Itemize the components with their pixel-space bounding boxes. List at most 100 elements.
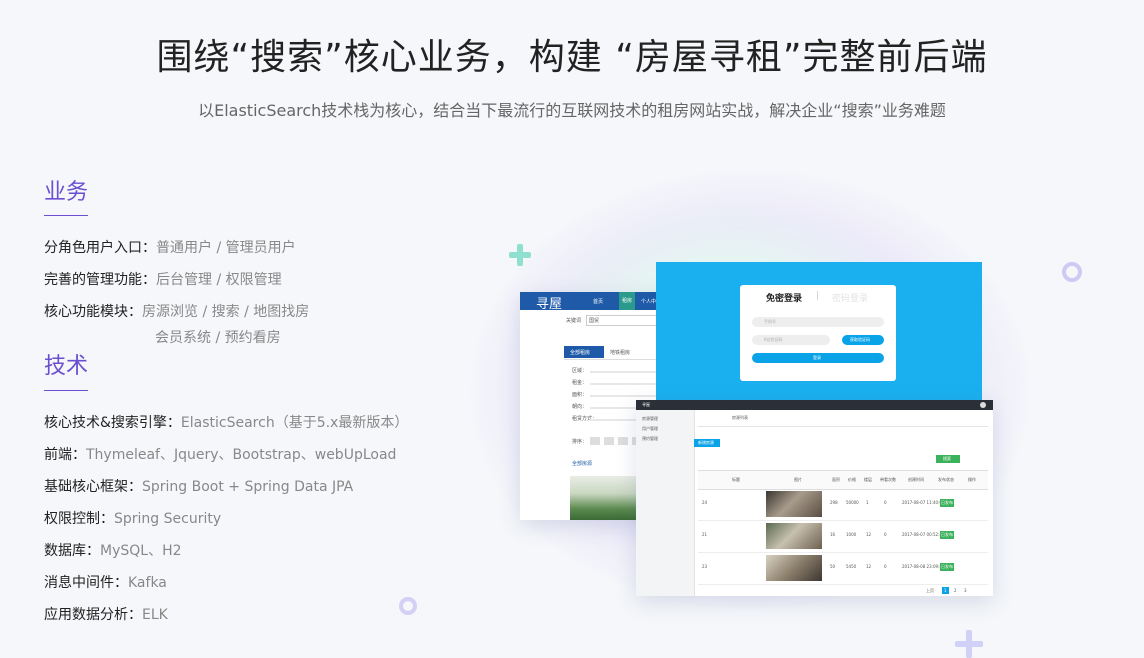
- row-watch: 0: [884, 564, 887, 569]
- business-item-key: 核心功能模块：: [44, 304, 142, 320]
- tech-item-key: 基础核心框架：: [44, 479, 142, 495]
- col-floor: 楼层: [864, 477, 872, 482]
- code-input[interactable]: 6位验证码: [752, 335, 830, 345]
- tech-item-key: 前端：: [44, 447, 86, 463]
- tech-item: 核心技术&搜索引擎：ElasticSearch（基于5.x最新版本）: [44, 412, 408, 432]
- site-search-label: 关键词: [566, 318, 582, 324]
- row-area: 50: [830, 564, 836, 569]
- ring-decoration-icon: [399, 597, 417, 615]
- page-3[interactable]: 3: [964, 588, 967, 593]
- login-tab-password[interactable]: 密码登录: [832, 291, 868, 304]
- row-floor: 12: [866, 532, 872, 537]
- site-filter-label: 区域：: [572, 368, 588, 374]
- admin-sidebar: 房源管理 用户管理 预约管理: [636, 410, 695, 596]
- plus-decoration-icon: [509, 244, 531, 266]
- tech-heading: 技术: [44, 354, 89, 379]
- site-section-title: 全部房源: [572, 461, 593, 467]
- business-item-value: 房源浏览 / 搜索 / 地图找房: [142, 304, 310, 320]
- site-nav-item[interactable]: 个人中: [641, 298, 656, 305]
- tech-item-key: 消息中间件：: [44, 575, 128, 591]
- login-submit-label: 登录: [813, 355, 821, 360]
- row-floor: 12: [866, 564, 872, 569]
- tech-item: 基础核心框架：Spring Boot + Spring Data JPA: [44, 476, 353, 496]
- add-house-button[interactable]: 新增房源: [694, 439, 720, 447]
- row-area: 298: [830, 500, 838, 505]
- site-sort-label: 排序：: [572, 439, 588, 445]
- row-price: 50000: [846, 500, 859, 505]
- row-id: 21: [702, 532, 708, 537]
- site-search-value: 国贸: [589, 318, 600, 324]
- business-item: 核心功能模块：房源浏览 / 搜索 / 地图找房: [44, 301, 309, 321]
- tech-item-key: 数据库：: [44, 543, 100, 559]
- phone-input-placeholder: 手机号: [764, 319, 776, 324]
- site-logo: 寻屋: [536, 297, 563, 312]
- admin-screenshot: 寻屋 房源管理 用户管理 预约管理 房源列表 新增房源 搜索 标题 图片 面积 …: [636, 400, 993, 596]
- admin-brand: 寻屋: [642, 402, 650, 407]
- business-item-value: 普通用户 / 管理员用户: [156, 240, 296, 256]
- tech-item-value: Kafka: [128, 575, 167, 591]
- business-item-key: 完善的管理功能：: [44, 272, 156, 288]
- site-filter-label: 租金：: [572, 380, 588, 386]
- row-status-badge: 已发布: [940, 499, 954, 507]
- business-item-key: 分角色用户入口：: [44, 240, 156, 256]
- business-item: 完善的管理功能：后台管理 / 权限管理: [44, 269, 282, 289]
- row-date: 2017-08-07 00:52:47: [902, 532, 945, 537]
- admin-table-header: 标题 图片 面积 价格 楼层 带看次数 创建时间 发布状态 操作: [698, 470, 988, 490]
- tech-item-key: 核心技术&搜索引擎：: [44, 415, 181, 431]
- tech-item-value: ElasticSearch（基于5.x最新版本）: [180, 415, 409, 431]
- tech-item-value: Spring Boot + Spring Data JPA: [142, 479, 354, 495]
- row-id: 24: [702, 500, 708, 505]
- business-item: 会员系统 / 预约看房: [155, 327, 281, 347]
- site-nav-item[interactable]: 首页: [593, 298, 603, 305]
- page-prev[interactable]: 上页: [926, 588, 934, 594]
- login-screenshot: 免密登录 | 密码登录 手机号 6位验证码 获取验证码 登录: [656, 262, 982, 400]
- table-row[interactable]: 24 298 50000 1 0 2017-08-07 11:40:00 已发布: [698, 488, 988, 521]
- row-photo: [766, 555, 822, 581]
- row-watch: 0: [884, 532, 887, 537]
- row-photo: [766, 491, 822, 517]
- row-price: 1000: [846, 532, 857, 537]
- page-1[interactable]: 1: [942, 587, 949, 594]
- admin-user-icon[interactable]: [980, 402, 986, 408]
- table-row[interactable]: 23 50 5450 12 0 2017-08-08 23:09:40 已发布: [698, 552, 988, 585]
- col-actions: 操作: [968, 477, 976, 482]
- plus-decoration-icon: [955, 630, 983, 658]
- site-filter-label: 面积：: [572, 392, 588, 398]
- col-title: 标题: [732, 477, 740, 482]
- page-subtitle: 以ElasticSearch技术栈为核心，结合当下最流行的互联网技术的租房网站实…: [198, 101, 946, 120]
- admin-sidebar-item[interactable]: 房源管理: [642, 416, 658, 422]
- page-2[interactable]: 2: [954, 588, 957, 593]
- login-card: 免密登录 | 密码登录 手机号 6位验证码 获取验证码 登录: [740, 285, 896, 381]
- table-row[interactable]: 21 16 1000 12 0 2017-08-07 00:52:47 已发布: [698, 520, 988, 553]
- row-status-badge: 已发布: [940, 563, 954, 571]
- admin-search-button-label: 搜索: [943, 456, 951, 461]
- tech-item-value: MySQL、H2: [100, 543, 182, 559]
- site-nav-item[interactable]: 租房: [619, 292, 636, 310]
- get-code-button-label: 获取验证码: [850, 337, 870, 342]
- business-item: 分角色用户入口：普通用户 / 管理员用户: [44, 237, 296, 257]
- phone-input[interactable]: 手机号: [752, 317, 884, 327]
- tech-item-value: Thymeleaf、Jquery、Bootstrap、webUpLoad: [86, 447, 397, 463]
- admin-sidebar-item[interactable]: 预约管理: [642, 436, 658, 442]
- tech-item: 数据库：MySQL、H2: [44, 540, 182, 560]
- login-submit-button[interactable]: 登录: [752, 353, 884, 363]
- get-code-button[interactable]: 获取验证码: [842, 335, 884, 345]
- admin-search-button[interactable]: 搜索: [936, 455, 960, 463]
- login-tab-passwordless[interactable]: 免密登录: [766, 291, 802, 304]
- tech-item-key: 权限控制：: [44, 511, 114, 527]
- row-id: 23: [702, 564, 708, 569]
- tech-item-value: Spring Security: [114, 511, 222, 527]
- col-image: 图片: [794, 477, 802, 482]
- admin-topbar: 寻屋: [636, 400, 993, 410]
- tech-item: 消息中间件：Kafka: [44, 572, 167, 592]
- site-tab-all[interactable]: 全部租房: [564, 346, 604, 358]
- col-watch: 带看次数: [880, 477, 896, 482]
- site-tab-label: 全部租房: [570, 350, 591, 356]
- col-price: 价格: [848, 477, 856, 482]
- admin-sidebar-item[interactable]: 用户管理: [642, 426, 658, 432]
- site-tab-subway[interactable]: 地铁租房: [610, 349, 630, 356]
- tech-item-value: ELK: [142, 607, 168, 623]
- admin-pagination: 上页 1 2 3: [926, 587, 990, 595]
- tech-item-key: 应用数据分析：: [44, 607, 142, 623]
- business-item-value: 会员系统 / 预约看房: [155, 330, 281, 346]
